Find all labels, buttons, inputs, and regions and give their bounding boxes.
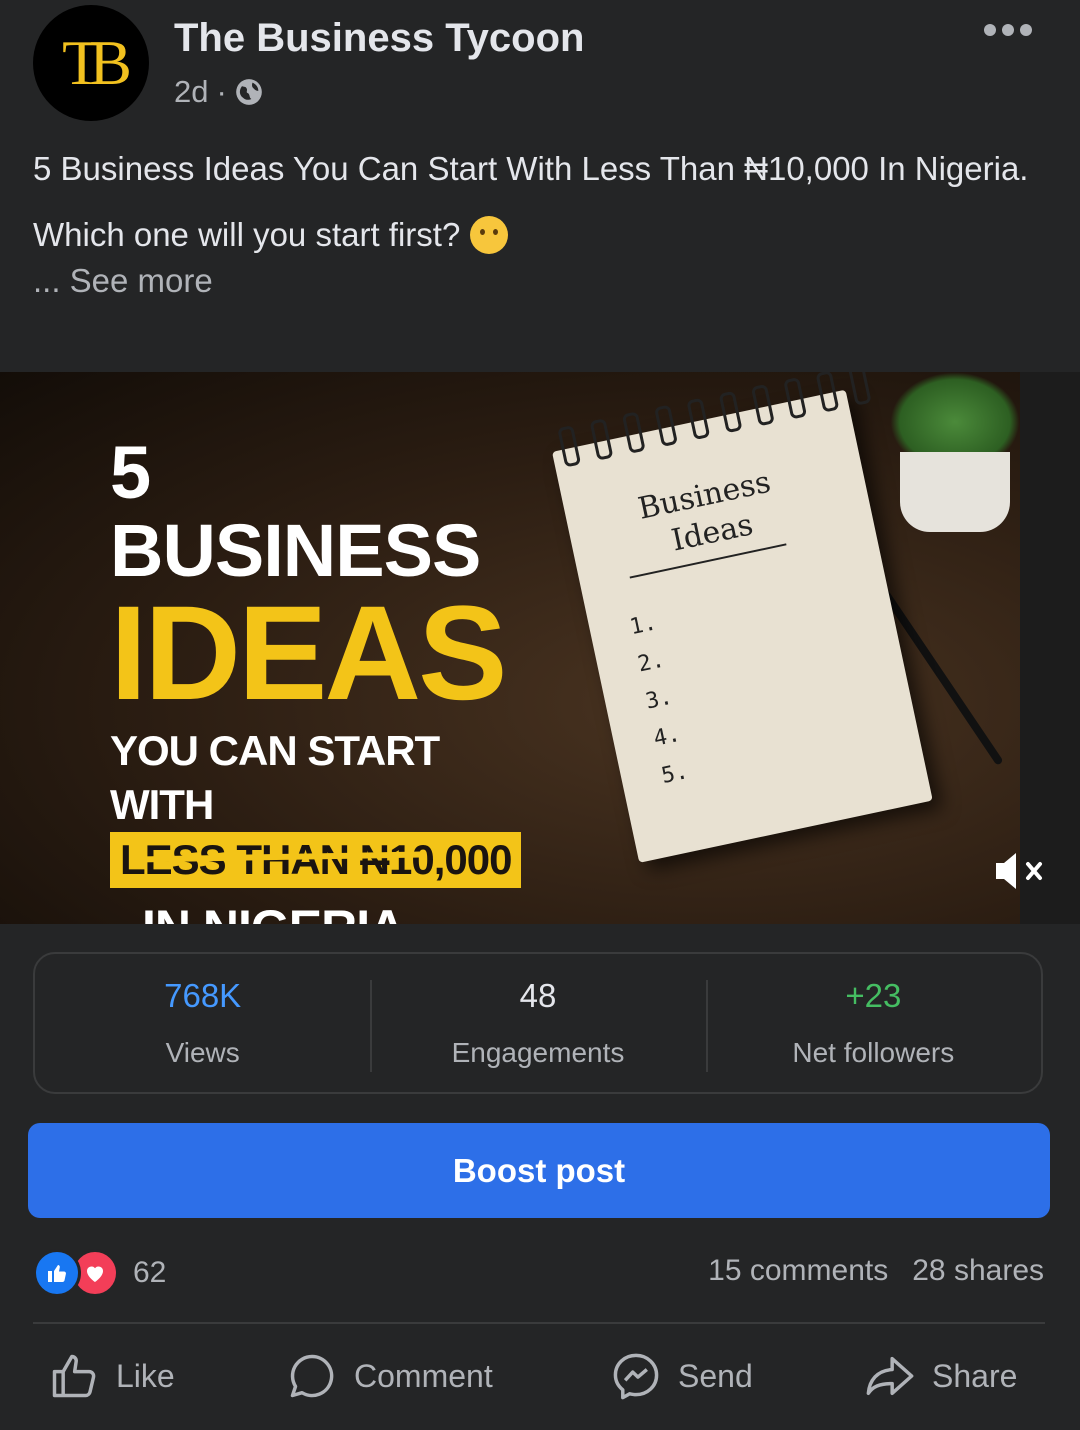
thumbs-up-icon [52,1354,96,1398]
send-button[interactable]: Send [610,1350,753,1402]
engagement-counts: 15 comments 28 shares [708,1254,1044,1288]
shares-count[interactable]: 28 shares [912,1254,1044,1288]
reaction-summary[interactable]: 62 [33,1249,167,1297]
notepad-item: 2. [635,647,667,678]
net-followers-stat[interactable]: +23 Net followers [705,954,1041,1092]
views-stat[interactable]: 768K Views [35,954,370,1092]
comment-button[interactable]: Comment [286,1350,493,1402]
comment-bubble-icon [290,1354,334,1398]
engagements-stat[interactable]: 48 Engagements [370,954,705,1092]
share-label: Share [932,1357,1018,1394]
globe-icon [235,79,262,105]
views-label: Views [165,1037,240,1068]
post-caption: 5 Business Ideas You Can Start With Less… [33,146,1043,304]
meta-separator: · [216,74,227,109]
notepad-list: 1. 2. 3. 4. 5. [626,604,691,795]
send-label: Send [678,1357,753,1394]
notepad-item: 5. [659,759,691,789]
insights-box: 768K Views 48 Engagements +23 Net follow… [33,952,1043,1094]
share-button[interactable]: Share [864,1350,1017,1402]
caption-question: Which one will you start first? [33,216,461,253]
engagements-value: 48 [519,977,557,1014]
post-actions: Like Comment Send Share [0,1350,1080,1420]
notepad-title: Business Ideas [635,464,774,559]
post-time[interactable]: 2d [174,74,208,110]
more-options-icon[interactable] [984,24,1032,36]
thinking-face-icon [470,216,509,254]
views-value: 768K [164,977,242,1014]
image-edge [1020,372,1080,924]
like-button[interactable]: Like [48,1350,175,1402]
headline-line-3: YOU CAN START WITH [110,727,440,828]
engagements-label: Engagements [451,1037,625,1068]
notepad-item: 3. [643,684,675,715]
avatar-logo: TB [62,27,132,98]
page-name[interactable]: The Business Tycoon [174,16,584,61]
page-avatar[interactable]: TB [33,5,149,121]
plant-pot [900,452,1010,532]
headline-line-2: IDEAS [110,579,508,728]
boost-post-button[interactable]: Boost post [28,1123,1050,1218]
net-followers-value: +23 [845,977,902,1014]
comment-label: Comment [354,1357,493,1394]
caption-line-2: Which one will you start first? [33,212,1043,258]
notepad-item: 4. [651,721,683,752]
share-arrow-icon [866,1356,914,1396]
post-header: TB The Business Tycoon 2d · [0,0,1080,130]
see-more-link[interactable]: ... See more [33,258,1043,304]
actions-divider [33,1322,1045,1324]
caption-line-1: 5 Business Ideas You Can Start With Less… [33,150,1029,187]
messenger-icon [613,1353,659,1400]
reaction-count: 62 [133,1256,167,1289]
post-meta: 2d · [174,74,263,110]
notepad-item: 1. [627,610,659,641]
like-label: Like [116,1357,175,1394]
comments-count[interactable]: 15 comments [708,1254,888,1288]
headline-line-1: 5 BUSINESS [110,431,481,592]
speaker-muted-icon[interactable] [990,848,1050,894]
net-followers-label: Net followers [792,1037,955,1068]
image-headline: 5 BUSINESS IDEAS YOU CAN START WITH LESS… [110,434,530,924]
like-reaction-icon [33,1249,81,1297]
headline-line-5: IN NIGERIA [142,894,530,924]
post-image[interactable]: Business Ideas 1. 2. 3. 4. 5. 5 BUSINESS… [0,372,1080,924]
